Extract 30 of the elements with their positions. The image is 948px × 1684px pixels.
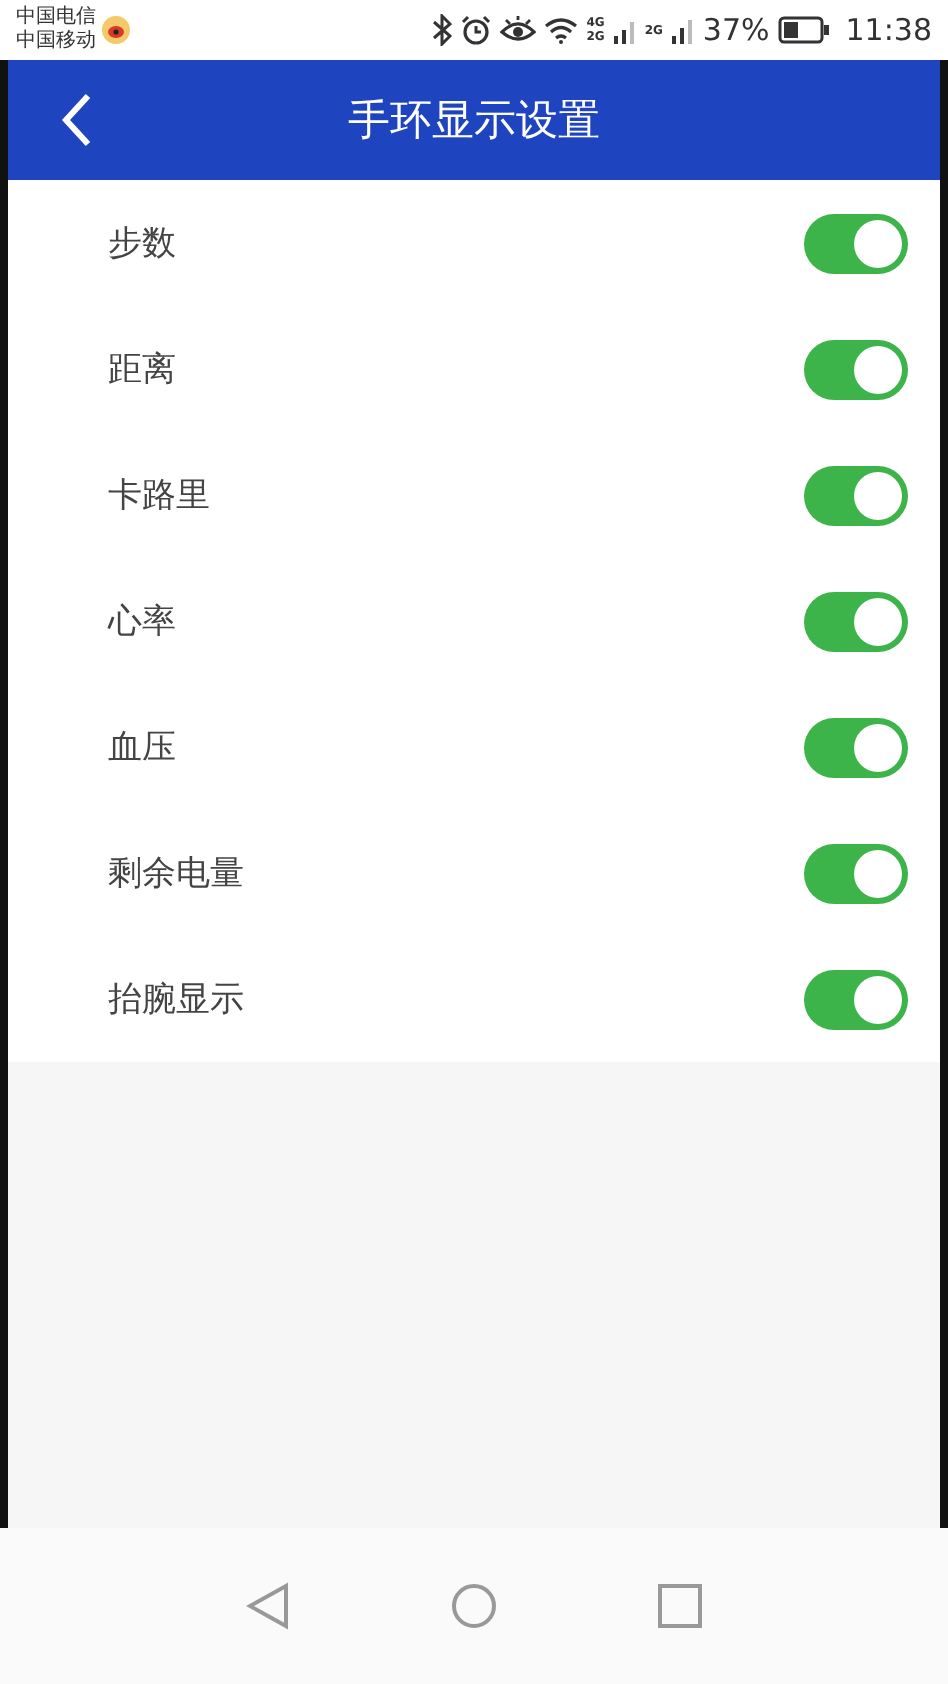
setting-label: 距离 (108, 348, 176, 392)
bluetooth-icon (432, 14, 453, 46)
screen-title: 手环显示设置 (348, 94, 600, 148)
toggle-switch[interactable] (804, 969, 908, 1029)
carrier-name: 中国电信 (16, 6, 96, 29)
toggle-switch[interactable] (804, 213, 908, 273)
recents-nav-icon[interactable] (658, 1584, 702, 1628)
alarm-clock-icon (460, 14, 493, 46)
setting-label: 剩余电量 (108, 852, 244, 896)
toggle-switch[interactable] (804, 591, 908, 651)
setting-label: 心率 (108, 600, 176, 644)
toggle-switch[interactable] (804, 717, 908, 777)
setting-label: 步数 (108, 222, 176, 266)
back-nav-icon[interactable] (246, 1582, 290, 1630)
signal-icon (670, 16, 695, 44)
setting-label: 血压 (108, 726, 176, 770)
toggle-switch[interactable] (804, 339, 908, 399)
battery-icon (777, 16, 830, 44)
back-icon[interactable] (60, 92, 92, 148)
setting-label: 抬腕显示 (108, 978, 244, 1022)
signal-icon (612, 16, 637, 44)
clock-time: 11:38 (845, 12, 932, 48)
wifi-icon (544, 16, 579, 44)
toggle-switch[interactable] (804, 465, 908, 525)
eye-icon (500, 14, 537, 46)
setting-label: 卡路里 (108, 474, 210, 518)
toggle-switch[interactable] (804, 843, 908, 903)
home-nav-icon[interactable] (450, 1582, 498, 1630)
battery-percent: 37% (702, 12, 770, 48)
carrier-name: 中国移动 (16, 30, 96, 54)
